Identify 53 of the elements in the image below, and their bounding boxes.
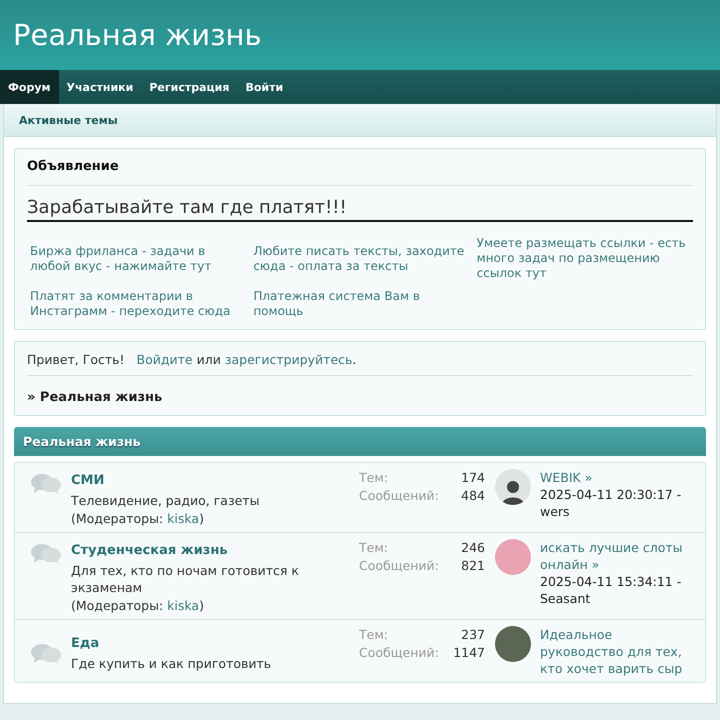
last-post-user: Seasant <box>540 590 592 607</box>
nav-tab[interactable]: Войти <box>237 70 292 104</box>
moderator-link[interactable]: kiska <box>167 598 200 613</box>
last-post-date: 2025-04-11 15:34:11 - <box>540 573 682 590</box>
board-title-link[interactable]: СМИ <box>71 473 104 488</box>
or-text: или <box>196 352 221 367</box>
stat-label: Сообщений: <box>359 557 440 575</box>
stat-value: 237 <box>460 626 485 644</box>
stat-label: Тем: <box>359 469 389 487</box>
register-link[interactable]: зарегистрируйтесь <box>224 352 352 367</box>
nav-tab[interactable]: Регистрация <box>141 70 238 104</box>
moderator-link[interactable]: kiska <box>167 511 200 526</box>
speech-bubbles-icon <box>31 473 61 495</box>
stat-label: Сообщений: <box>359 487 440 505</box>
stat-value: 246 <box>461 539 485 557</box>
last-post-user: wers <box>540 503 571 520</box>
last-post-link[interactable]: WEBIK » <box>540 469 682 486</box>
ad-link[interactable]: Платежная система Вам в помощь <box>253 289 467 319</box>
period-text: . <box>352 352 356 367</box>
ad-link[interactable]: Биржа фриланса - задачи в любой вкус - нажимайте тут <box>30 244 244 274</box>
stat-label: Тем: <box>359 626 389 644</box>
active-topics-link[interactable]: Активные темы <box>19 114 118 126</box>
stat-label: Сообщений: <box>359 644 440 662</box>
moderators-line: (Модераторы: kiska) <box>71 597 205 614</box>
site-title: Реальная жизнь <box>13 18 262 52</box>
last-post-link[interactable]: Идеальное руководство для тех, кто хочет варить сыр <box>540 626 699 677</box>
board-description: Телевидение, радио, газеты <box>71 492 260 509</box>
board-description: Где купить и как приготовить <box>71 654 272 672</box>
board-description: Для тех, кто по ночам готовится к экзаменам <box>71 562 300 596</box>
breadcrumb: » Реальная жизнь <box>27 389 164 405</box>
stat-value: 174 <box>461 469 485 487</box>
ad-link[interactable]: Умеете размещать ссылки - есть много задач по размещению ссылок тут <box>476 236 690 281</box>
announcement-title: Объявление <box>27 159 693 186</box>
ad-link[interactable]: Любите писать тексты, заходите сюда - оплата за тексты <box>253 244 467 274</box>
nav-tab[interactable]: Форум <box>0 70 59 104</box>
board-title-link[interactable]: Студенческая жизнь <box>71 543 228 558</box>
last-post-date: 2025-04-11 20:30:17 - <box>540 486 682 503</box>
moderators-line: (Модераторы: kiska) <box>71 510 205 527</box>
login-link[interactable]: Войдите <box>136 352 193 367</box>
stat-value: 484 <box>461 487 485 505</box>
board-title-link[interactable]: Еда <box>71 636 100 650</box>
last-post-link[interactable]: искать лучшие слоты онлайн » <box>540 539 699 573</box>
category-header: Реальная жизнь <box>14 427 706 456</box>
stat-value: 1147 <box>453 644 485 662</box>
nav-tab[interactable]: Участники <box>58 70 142 104</box>
speech-bubbles-icon <box>31 642 61 664</box>
ad-link[interactable]: Платят за комментарии в Инстаграмм - переходите сюда <box>30 289 244 319</box>
stat-label: Тем: <box>359 539 389 557</box>
greeting-text: Привет, Гость! <box>27 352 125 367</box>
user-silhouette-icon <box>502 479 524 505</box>
speech-bubbles-icon <box>31 543 61 565</box>
stat-value: 821 <box>461 557 485 575</box>
announcement-headline: Зарабатывайте там где платят!!! <box>27 197 693 222</box>
